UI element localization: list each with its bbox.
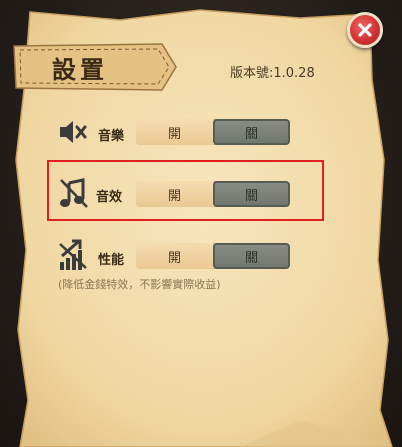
music-on-option[interactable]: 開 <box>136 119 213 145</box>
sfx-off-option[interactable]: 關 <box>213 181 290 207</box>
version-label: 版本號:1.0.28 <box>230 66 315 81</box>
sfx-on-option[interactable]: 開 <box>136 181 213 207</box>
music-label: 音樂 <box>98 129 125 144</box>
page-title: 設置 <box>52 55 108 84</box>
speaker-muted-icon <box>56 114 92 150</box>
sfx-toggle[interactable]: 開 關 <box>136 181 290 207</box>
music-off-option[interactable]: 關 <box>213 119 290 145</box>
close-icon <box>358 23 372 37</box>
performance-chart-icon <box>56 238 92 274</box>
music-note-muted-icon <box>56 175 92 211</box>
sfx-label: 音效 <box>96 190 123 205</box>
performance-off-option[interactable]: 關 <box>213 243 290 269</box>
performance-label: 性能 <box>98 253 125 268</box>
performance-note: (降低金錢特效，不影響實際收益) <box>58 278 221 291</box>
music-toggle[interactable]: 開 關 <box>136 119 290 145</box>
performance-toggle[interactable]: 開 關 <box>136 243 290 269</box>
performance-on-option[interactable]: 開 <box>136 243 213 269</box>
close-button[interactable] <box>347 12 383 48</box>
